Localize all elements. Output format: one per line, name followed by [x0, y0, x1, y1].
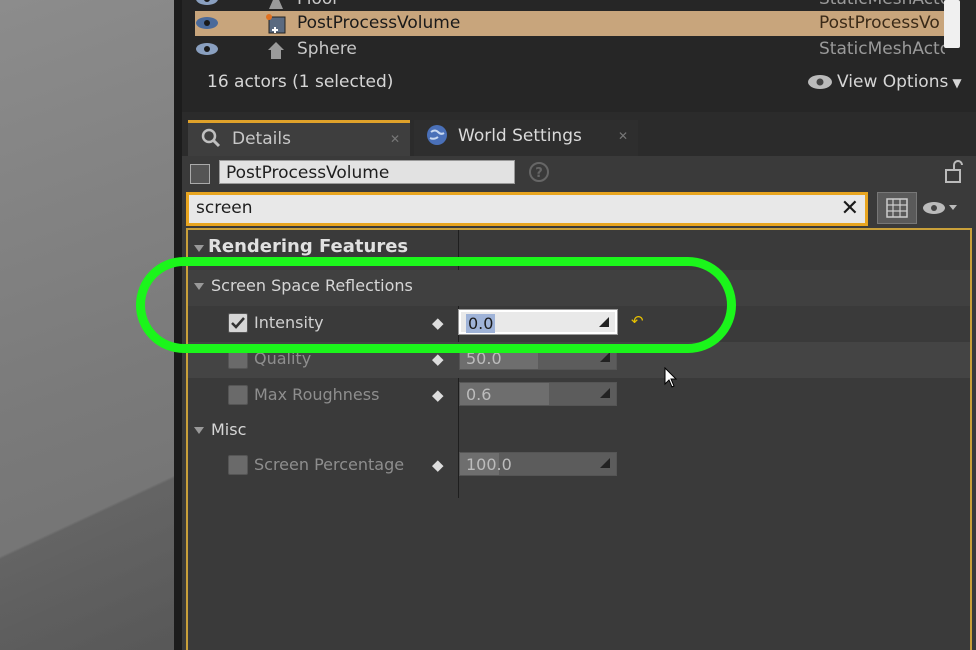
- unlock-icon[interactable]: [944, 160, 966, 184]
- visibility-eye-icon[interactable]: [195, 16, 219, 30]
- details-tab-strip: Details ✕ World Settings ✕: [182, 112, 976, 156]
- category-rendering-features[interactable]: Rendering Features: [188, 230, 970, 266]
- resize-grip-icon: [600, 352, 610, 362]
- field-value: 50.0: [466, 349, 502, 368]
- panel-divider[interactable]: [174, 0, 182, 650]
- grid-icon: [886, 198, 908, 218]
- quality-override-checkbox[interactable]: [228, 349, 248, 369]
- actor-name-field[interactable]: PostProcessVolume: [219, 160, 515, 184]
- keyframe-icon[interactable]: ◆: [432, 314, 444, 332]
- quality-field[interactable]: 50.0: [459, 346, 617, 370]
- tab-world-settings[interactable]: World Settings ✕: [414, 120, 638, 156]
- property-label: Max Roughness: [254, 385, 380, 404]
- property-matrix-button[interactable]: [877, 192, 917, 224]
- property-row-max-roughness: Max Roughness ◆ 0.6: [188, 378, 970, 414]
- keyframe-icon[interactable]: ◆: [432, 456, 444, 474]
- collapse-arrow-icon[interactable]: [194, 245, 204, 252]
- collapse-arrow-icon[interactable]: [194, 427, 204, 434]
- view-options-label: View Options: [837, 72, 949, 92]
- screen-percentage-field[interactable]: 100.0: [459, 452, 617, 476]
- checkmark-icon: [231, 317, 245, 329]
- chevron-down-icon: ▼: [952, 76, 962, 90]
- details-search-input[interactable]: screen ✕: [186, 192, 868, 226]
- world-outliner: Floor StaticMeshActo PostProcessVolume P…: [182, 0, 976, 112]
- outliner-row-type: StaticMeshActo: [819, 39, 945, 59]
- tab-details[interactable]: Details ✕: [188, 120, 410, 156]
- actor-thumbnail-icon: [190, 164, 210, 184]
- visibility-eye-icon[interactable]: [195, 42, 219, 56]
- outliner-scrollbar[interactable]: [944, 0, 960, 48]
- collapse-arrow-icon[interactable]: [194, 283, 204, 290]
- property-label: Intensity: [254, 313, 324, 332]
- post-process-volume-icon: [266, 14, 286, 34]
- max-roughness-field[interactable]: 0.6: [459, 382, 617, 406]
- level-viewport[interactable]: [0, 0, 174, 650]
- outliner-row-sphere[interactable]: Sphere StaticMeshActo: [195, 37, 945, 62]
- intensity-override-checkbox[interactable]: [228, 313, 248, 333]
- mouse-cursor-icon: [664, 367, 678, 388]
- keyframe-icon[interactable]: ◆: [432, 386, 444, 404]
- max-roughness-override-checkbox[interactable]: [228, 385, 248, 405]
- clear-search-icon[interactable]: ✕: [841, 196, 859, 221]
- viewport-shadow: [0, 440, 174, 650]
- outliner-row-label: Sphere: [297, 39, 357, 59]
- category-label: Rendering Features: [208, 236, 409, 257]
- field-value: 0.0: [466, 314, 496, 333]
- search-value: screen: [196, 198, 253, 218]
- static-mesh-icon: [268, 42, 284, 59]
- help-icon[interactable]: ?: [529, 162, 549, 182]
- view-options-eye-icon[interactable]: [922, 200, 958, 216]
- screen-percentage-override-checkbox[interactable]: [228, 455, 248, 475]
- property-label: Quality: [254, 349, 312, 368]
- property-row-screen-percentage: Screen Percentage ◆ 100.0: [188, 448, 970, 484]
- property-label: Screen Percentage: [254, 455, 405, 474]
- magnifier-icon: [201, 128, 221, 148]
- property-area: Rendering Features Screen Space Reflecti…: [186, 228, 972, 650]
- property-row-intensity: Intensity ◆ 0.0 ↶: [188, 306, 970, 342]
- outliner-row-type: PostProcessVo: [819, 13, 940, 33]
- category-label: Misc: [211, 420, 247, 439]
- keyframe-icon[interactable]: ◆: [432, 350, 444, 368]
- resize-grip-icon: [599, 317, 609, 327]
- globe-icon: [427, 125, 447, 145]
- details-panel: PostProcessVolume ? screen ✕ Rendering F…: [182, 156, 976, 650]
- category-label: Screen Space Reflections: [211, 276, 413, 295]
- eye-icon: [808, 75, 832, 89]
- close-tab-icon[interactable]: ✕: [618, 120, 628, 152]
- resize-grip-icon: [600, 388, 610, 398]
- field-value: 0.6: [466, 385, 492, 404]
- visibility-eye-icon[interactable]: [195, 0, 219, 6]
- field-value: 100.0: [466, 455, 512, 474]
- resize-grip-icon: [600, 458, 610, 468]
- close-tab-icon[interactable]: ✕: [390, 123, 400, 155]
- category-misc[interactable]: Misc: [188, 414, 970, 450]
- intensity-field[interactable]: 0.0: [459, 310, 617, 334]
- category-screen-space-reflections[interactable]: Screen Space Reflections: [188, 270, 970, 306]
- outliner-row-postprocessvolume[interactable]: PostProcessVolume PostProcessVo: [195, 11, 945, 36]
- outliner-row-label: PostProcessVolume: [297, 13, 461, 33]
- reset-to-default-icon[interactable]: ↶: [631, 312, 644, 330]
- tab-label: Details: [232, 129, 291, 149]
- property-row-quality: Quality ◆ 50.0: [188, 342, 970, 378]
- static-mesh-icon: [269, 0, 283, 9]
- actor-count-status: 16 actors (1 selected): [207, 72, 394, 92]
- view-options-button[interactable]: View Options ▼: [807, 72, 962, 92]
- tab-label: World Settings: [458, 126, 582, 146]
